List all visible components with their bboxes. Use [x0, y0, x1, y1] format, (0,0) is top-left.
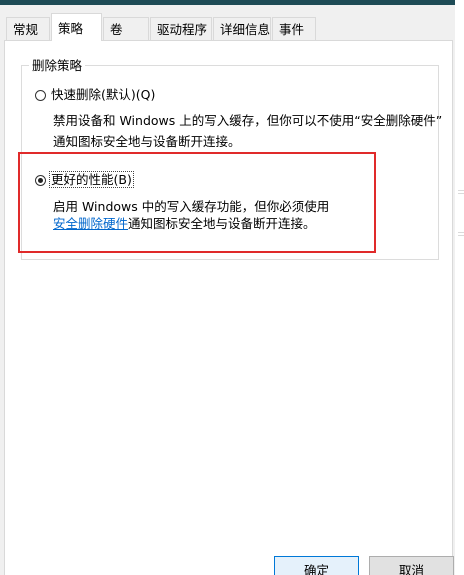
better-performance-desc-line2-rest: 通知图标安全地与设备断开连接。	[128, 216, 316, 231]
better-performance-radio[interactable]	[35, 175, 46, 186]
tab-policies[interactable]: 策略	[51, 13, 102, 41]
quick-removal-label[interactable]: 快速删除(默认)(Q)	[51, 87, 155, 103]
ok-button[interactable]: 确定	[274, 556, 359, 575]
window-right-edge	[455, 0, 464, 575]
quick-removal-desc-line2: 通知图标安全地与设备断开连接。	[53, 134, 241, 149]
group-title: 删除策略	[29, 58, 86, 74]
quick-removal-radio[interactable]	[35, 90, 46, 101]
quick-removal-desc-line1: 禁用设备和 Windows 上的写入缓存，但你可以不使用“安全删除硬件”	[53, 113, 443, 128]
safely-remove-hardware-link[interactable]: 安全删除硬件	[53, 216, 128, 231]
tab-events[interactable]: 事件	[272, 17, 316, 40]
better-performance-label-text: 更好的性能(B)	[49, 171, 134, 188]
tab-volumes[interactable]: 卷	[103, 17, 149, 40]
cancel-button[interactable]: 取消	[369, 556, 454, 575]
tab-details[interactable]: 详细信息	[213, 17, 271, 40]
tab-general[interactable]: 常规	[6, 17, 50, 40]
radio-selected-dot	[38, 178, 43, 183]
tab-driver[interactable]: 驱动程序	[150, 17, 212, 40]
properties-dialog: 常规 策略 卷 驱动程序 详细信息 事件 删除策略 快速删除(默认)(Q) 禁用…	[0, 0, 464, 575]
better-performance-label[interactable]: 更好的性能(B)	[49, 171, 134, 188]
window-title-strip	[0, 0, 464, 5]
better-performance-desc-line2: 安全删除硬件通知图标安全地与设备断开连接。	[53, 213, 316, 234]
